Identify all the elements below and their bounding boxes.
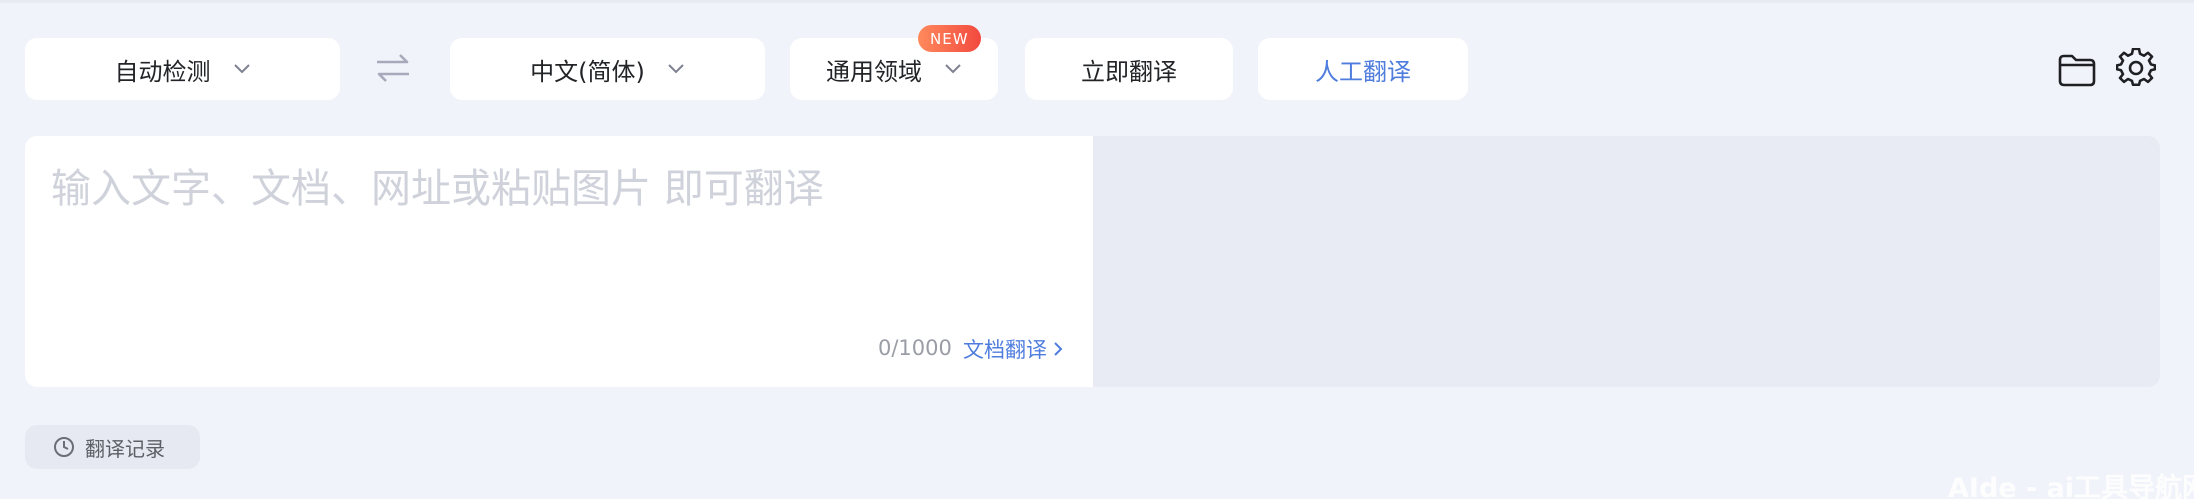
target-language-select[interactable]: 中文(简体) — [450, 38, 765, 100]
folder-button[interactable] — [2057, 50, 2097, 90]
translation-output-panel — [1093, 136, 2160, 387]
document-translate-label: 文档翻译 — [963, 338, 1047, 362]
folder-icon — [2058, 54, 2096, 87]
chevron-down-icon — [667, 63, 685, 75]
translate-now-button[interactable]: 立即翻译 — [1025, 38, 1233, 100]
watermark: AIde - ai工具导航网 — [1948, 473, 2194, 499]
clock-icon — [54, 437, 74, 457]
translator-page: 自动检测 中文(简体) 通用领域 NEW 立即翻译 人工翻译 输入文字、文档、网… — [0, 0, 2194, 499]
character-counter: 0/1000 — [878, 336, 952, 360]
document-translate-link[interactable]: 文档翻译 — [963, 334, 1063, 364]
chevron-right-icon — [1054, 342, 1063, 356]
source-language-select[interactable]: 自动检测 — [25, 38, 340, 100]
source-language-label: 自动检测 — [114, 57, 211, 86]
swap-languages-button[interactable] — [373, 51, 413, 85]
settings-button[interactable] — [2115, 47, 2157, 88]
translation-history-button[interactable]: 翻译记录 — [25, 425, 200, 469]
translate-now-label: 立即翻译 — [1081, 57, 1177, 86]
translation-history-label: 翻译记录 — [85, 436, 165, 461]
human-translation-button[interactable]: 人工翻译 — [1258, 38, 1468, 100]
top-divider — [0, 0, 2194, 3]
domain-label: 通用领域 — [826, 57, 922, 86]
new-badge: NEW — [918, 25, 981, 52]
chevron-down-icon — [944, 63, 962, 75]
gear-icon — [2115, 47, 2157, 87]
chevron-down-icon — [233, 63, 251, 75]
human-translation-label: 人工翻译 — [1315, 57, 1411, 86]
swap-arrows-icon — [377, 54, 409, 82]
target-language-label: 中文(简体) — [530, 57, 645, 86]
source-text-panel[interactable]: 输入文字、文档、网址或粘贴图片 即可翻译 0/1000 文档翻译 — [25, 136, 1093, 387]
source-text-placeholder[interactable]: 输入文字、文档、网址或粘贴图片 即可翻译 — [51, 156, 824, 214]
